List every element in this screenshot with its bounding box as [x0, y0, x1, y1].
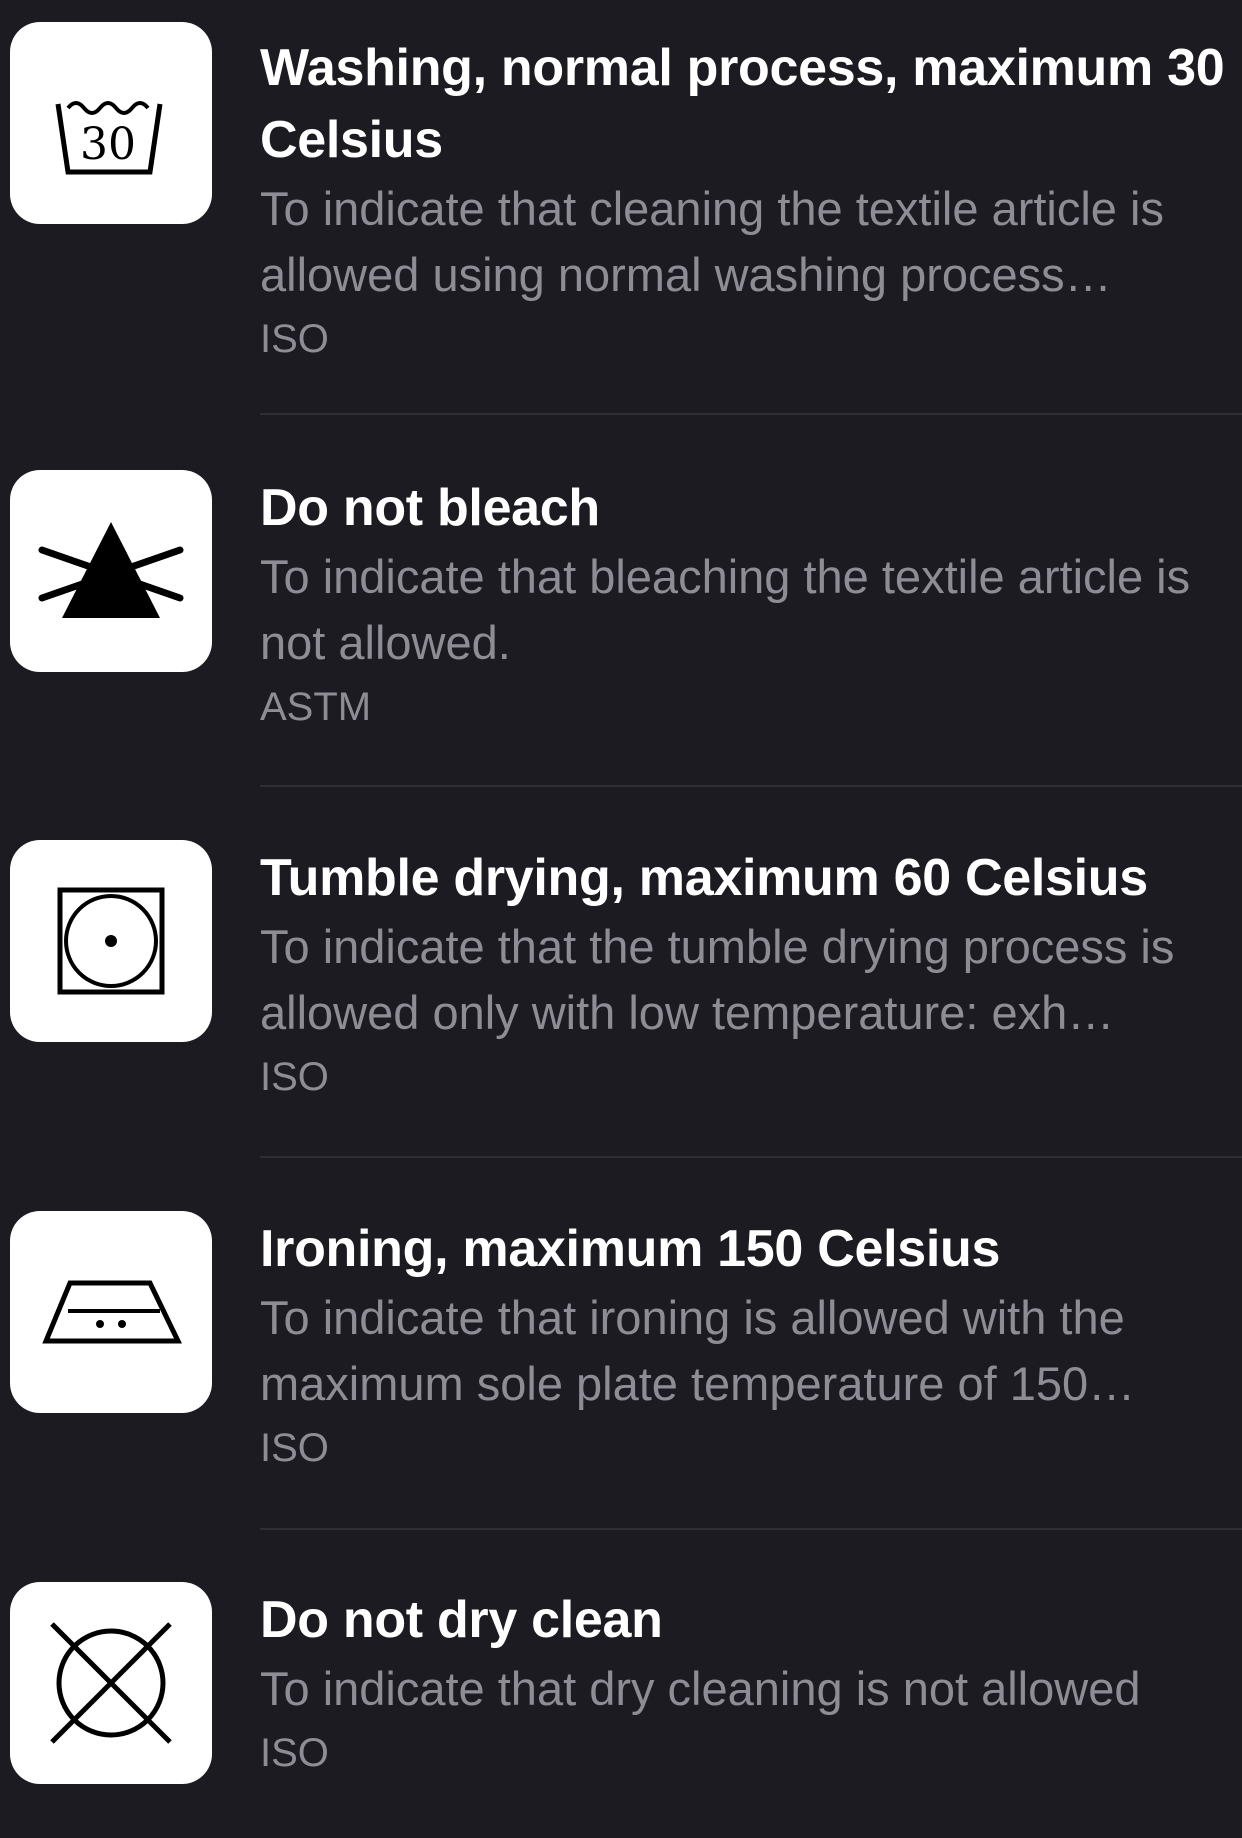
item-description: To indicate that the tumble drying proce…	[260, 920, 1175, 1039]
separator	[260, 785, 1242, 787]
item-title: Washing, normal process, maximum 30 Cels…	[260, 39, 1225, 169]
item-description: To indicate that ironing is allowed with…	[260, 1291, 1136, 1410]
separator	[260, 413, 1242, 415]
item-source: ISO	[260, 1731, 329, 1775]
tumble-dry-low-icon	[10, 840, 212, 1042]
wash-30-icon: 30	[10, 22, 212, 224]
item-title: Ironing, maximum 150 Celsius	[260, 1220, 1001, 1278]
item-title: Do not dry clean	[260, 1591, 663, 1649]
list-item[interactable]: 30 Washing, normal process, maximum 30 C…	[0, 22, 1242, 361]
iron-150-icon	[10, 1211, 212, 1413]
item-source: ISO	[260, 1426, 329, 1470]
wash-temperature-label: 30	[80, 119, 136, 170]
do-not-bleach-icon	[10, 470, 212, 672]
item-description: To indicate that cleaning the textile ar…	[260, 182, 1164, 301]
item-title: Do not bleach	[260, 479, 600, 537]
list-item[interactable]: Do not bleach To indicate that bleaching…	[0, 470, 1242, 730]
item-source: ASTM	[260, 685, 372, 729]
item-source: ISO	[260, 1055, 329, 1099]
list-item[interactable]: Tumble drying, maximum 60 Celsius To ind…	[0, 840, 1242, 1100]
item-description: To indicate that bleaching the textile a…	[260, 550, 1191, 669]
list-item[interactable]: Do not dry clean To indicate that dry cl…	[0, 1582, 1242, 1812]
item-description: To indicate that dry cleaning is not all…	[260, 1662, 1141, 1715]
item-title: Tumble drying, maximum 60 Celsius	[260, 849, 1148, 907]
do-not-dry-clean-icon	[10, 1582, 212, 1784]
separator	[260, 1528, 1242, 1530]
separator	[260, 1156, 1242, 1158]
list-item[interactable]: Ironing, maximum 150 Celsius To indicate…	[0, 1211, 1242, 1471]
item-source: ISO	[260, 317, 329, 361]
care-symbol-list: 30 Washing, normal process, maximum 30 C…	[0, 0, 1242, 1838]
